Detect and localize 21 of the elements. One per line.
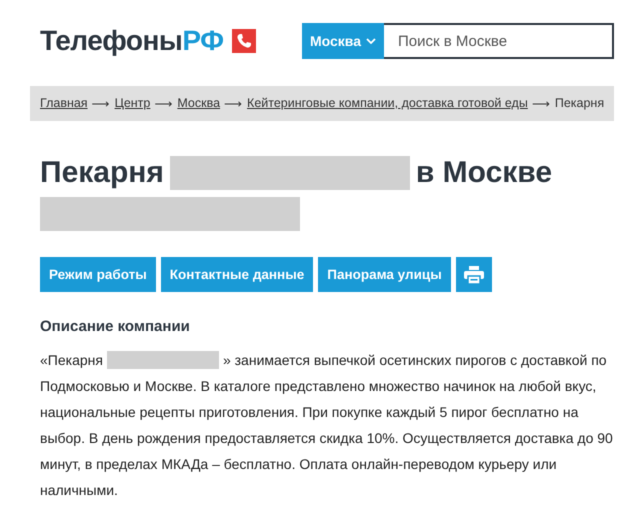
logo-text[interactable]: ТелефоныРФ: [40, 25, 224, 57]
page-title: Пекарня: [40, 155, 164, 191]
breadcrumb-arrow: ⟶: [532, 96, 551, 111]
print-button[interactable]: [456, 257, 492, 292]
search-field[interactable]: Поиск в Москве: [384, 23, 614, 59]
breadcrumb-link[interactable]: Центр: [114, 96, 150, 111]
breadcrumb-link[interactable]: Москва: [177, 96, 220, 111]
breadcrumb-arrow: ⟶: [154, 96, 174, 111]
breadcrumb-current: Пекарня: [554, 96, 604, 111]
description-text: Подмосковью и Москве. В каталоге представлено множество начинок на любой вкус, национальные рецепты приготовления. При покупке каждый 5 пирог бесплатно на выбор. В день рождения предоставляется скидка 10%. Осуществляется доставка до 90 минут, в пределах МКАДа – бесплатно. Оплата онлайн-переводом курьеру или наличными.: [40, 377, 614, 500]
phone-icon: [232, 29, 256, 53]
printer-icon: [464, 266, 484, 284]
description-text: «Пекарня: [40, 351, 103, 370]
breadcrumb-link[interactable]: Главная: [40, 96, 88, 111]
page-title: в Москве: [416, 155, 552, 191]
breadcrumb-arrow: ⟶: [92, 96, 111, 111]
section-heading: Описание компании: [40, 318, 191, 335]
breadcrumb-link[interactable]: Кейтеринговые компании, доставка готовой еды: [247, 96, 528, 111]
description-text: » занимается выпечкой осетинских пирогов с доставкой по: [222, 351, 607, 370]
caret-icon: [366, 38, 376, 44]
breadcrumb-arrow: ⟶: [224, 96, 244, 111]
